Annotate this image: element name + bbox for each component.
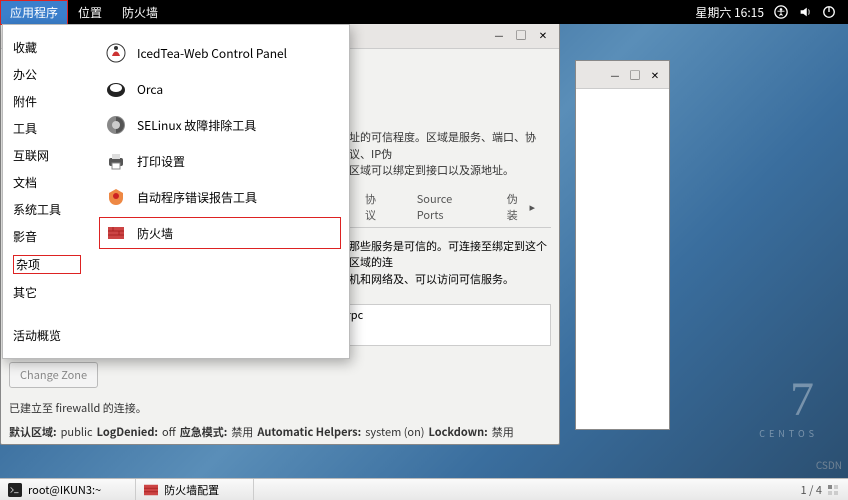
status-line1: 已建立至 firewalld 的连接。	[1, 396, 559, 420]
category-accessories[interactable]: 附件	[13, 93, 81, 110]
category-documents[interactable]: 文档	[13, 174, 81, 191]
watermark: CSDN	[816, 457, 842, 472]
menu-categories: 收藏 办公 附件 工具 互联网 文档 系统工具 影音 杂项 其它 活动概览	[3, 25, 91, 358]
accessibility-icon[interactable]	[774, 5, 788, 19]
status-line2: 默认区域:public LogDenied:off 应急模式:禁用 Automa…	[1, 420, 559, 444]
menu-item-label: SELinux 故障排除工具	[137, 117, 256, 134]
menu-item-label: Orca	[137, 81, 163, 98]
datetime-label: 星期六 16:15	[695, 4, 764, 21]
menu-item-label: 自动程序错误报告工具	[137, 189, 257, 206]
bug-report-icon	[105, 186, 127, 208]
centos-name: CENTOS	[759, 427, 818, 440]
minimize-button[interactable]: —	[607, 67, 623, 83]
menu-item-icedtea[interactable]: IcedTea-Web Control Panel	[99, 37, 341, 69]
task-label: root@IKUN3:~	[28, 482, 101, 498]
maximize-button[interactable]: ▢	[513, 27, 529, 43]
applications-menu: 收藏 办公 附件 工具 互联网 文档 系统工具 影音 杂项 其它 活动概览 Ic…	[2, 24, 350, 359]
menu-item-print-settings[interactable]: 打印设置	[99, 145, 341, 177]
orca-icon	[105, 78, 127, 100]
tab-masquerade[interactable]: 伪装▸	[491, 187, 551, 227]
firewall-icon	[105, 222, 127, 244]
maximize-button[interactable]: ▢	[627, 67, 643, 83]
category-internet[interactable]: 互联网	[13, 147, 81, 164]
top-bar: 应用程序 位置 防火墙 星期六 16:15	[0, 0, 848, 24]
menu-applications[interactable]: 应用程序	[0, 0, 68, 25]
menu-item-abrt[interactable]: 自动程序错误报告工具	[99, 181, 341, 213]
topbar-status: 星期六 16:15	[695, 4, 848, 21]
close-button[interactable]: ✕	[647, 67, 663, 83]
icedtea-icon	[105, 42, 127, 64]
minimize-button[interactable]: —	[491, 27, 507, 43]
selinux-icon	[105, 114, 127, 136]
centos-logo: 7 CENTOS	[759, 372, 818, 440]
taskbar-right: 1 / 4	[791, 482, 848, 498]
close-button[interactable]: ✕	[535, 27, 551, 43]
change-zone-button[interactable]: Change Zone	[9, 362, 98, 388]
task-firewall[interactable]: 防火墙配置	[136, 479, 254, 500]
taskbar: root@IKUN3:~ 防火墙配置 1 / 4	[0, 478, 848, 500]
tab-protocol[interactable]: 协议	[349, 187, 401, 227]
topbar-menu: 应用程序 位置 防火墙	[0, 0, 168, 25]
menu-places[interactable]: 位置	[68, 0, 112, 25]
category-favorites[interactable]: 收藏	[13, 39, 81, 56]
menu-item-orca[interactable]: Orca	[99, 73, 341, 105]
menu-item-label: 打印设置	[137, 153, 185, 170]
volume-icon[interactable]	[798, 5, 812, 19]
chevron-right-icon: ▸	[529, 199, 535, 215]
menu-items: IcedTea-Web Control Panel Orca SELinux 故…	[91, 25, 349, 358]
tab-source-ports[interactable]: Source Ports	[401, 187, 491, 227]
terminal-icon	[8, 483, 22, 497]
task-label: 防火墙配置	[164, 482, 219, 498]
category-sundry[interactable]: 杂项	[13, 255, 81, 274]
centos-version: 7	[759, 372, 818, 427]
category-audio-video[interactable]: 影音	[13, 228, 81, 245]
category-office[interactable]: 办公	[13, 66, 81, 83]
menu-item-label: IcedTea-Web Control Panel	[137, 45, 287, 62]
activities-overview[interactable]: 活动概览	[13, 327, 81, 344]
firewall-footer: Change Zone	[1, 354, 559, 396]
category-system-tools[interactable]: 系统工具	[13, 201, 81, 218]
menu-item-label: 防火墙	[137, 225, 173, 242]
menu-item-firewall[interactable]: 防火墙	[99, 217, 341, 249]
menu-item-selinux[interactable]: SELinux 故障排除工具	[99, 109, 341, 141]
workspace-grid-icon[interactable]	[828, 485, 838, 495]
power-icon[interactable]	[822, 5, 836, 19]
workspace-indicator[interactable]: 1 / 4	[801, 482, 822, 498]
menu-firewall[interactable]: 防火墙	[112, 0, 168, 25]
blank-titlebar: — ▢ ✕	[576, 61, 669, 89]
printer-icon	[105, 150, 127, 172]
blank-window: — ▢ ✕	[575, 60, 670, 430]
task-terminal[interactable]: root@IKUN3:~	[0, 479, 136, 500]
category-tools[interactable]: 工具	[13, 120, 81, 137]
firewall-icon	[144, 483, 158, 497]
category-other[interactable]: 其它	[13, 284, 81, 301]
